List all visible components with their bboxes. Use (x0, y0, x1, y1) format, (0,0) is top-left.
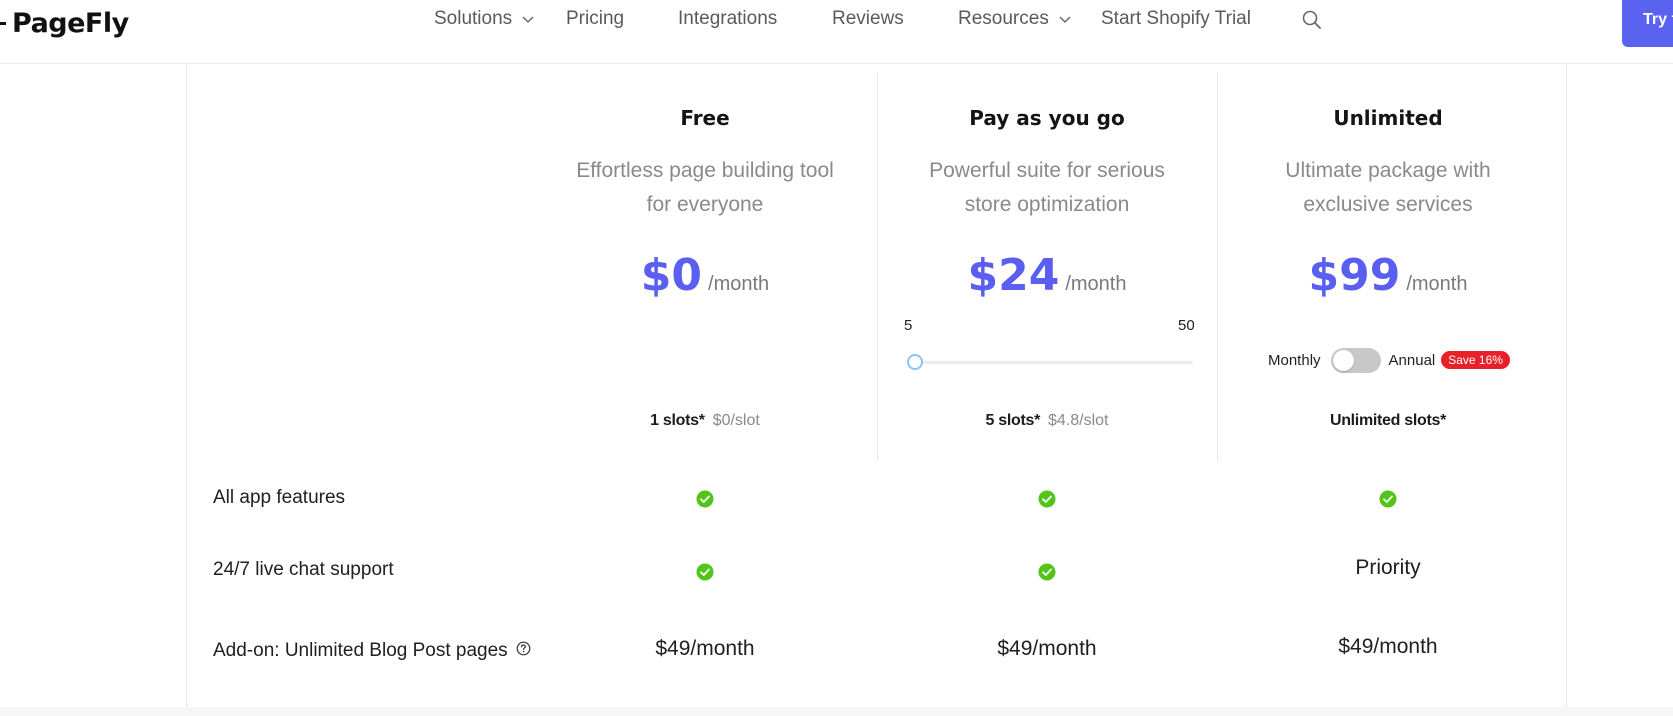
plan-name-pay-as-you-go: Pay as you go (969, 106, 1125, 130)
feature-cell-free (545, 484, 865, 514)
feature-value-text: Priority (1355, 556, 1421, 579)
search-icon[interactable] (1301, 9, 1325, 33)
nav-item-pricing[interactable]: Pricing (566, 8, 624, 30)
nav-label: Solutions (434, 8, 513, 29)
toggle-knob (1332, 349, 1354, 371)
feature-value-text: $49/month (997, 637, 1097, 660)
billing-cycle-toggle: Monthly Annual Save 16% (1268, 347, 1510, 373)
feature-cell-free (545, 557, 865, 587)
feature-label-blog-post-addon: Add-on: Unlimited Blog Post pages (213, 640, 531, 662)
slots-slider-handle[interactable] (907, 354, 923, 370)
feature-label-all-app-features: All app features (213, 487, 345, 509)
plan-description-line: Effortless page building tool (576, 159, 834, 182)
slots-count: 5 slots* (985, 412, 1041, 429)
table-border-left (186, 64, 187, 716)
slots-count: Unlimited slots* (1329, 412, 1447, 429)
feature-value-text: $49/month (655, 637, 755, 660)
plan-description-line: Ultimate package with (1285, 159, 1491, 182)
nav-label: Resources (958, 8, 1049, 29)
slider-min-label: 5 (904, 317, 913, 334)
nav-label: Start Shopify Trial (1101, 8, 1251, 29)
nav-item-start-shopify-trial[interactable]: Start Shopify Trial (1101, 8, 1251, 30)
question-circle-icon[interactable] (516, 640, 531, 662)
feature-value-text: $49/month (1338, 635, 1438, 658)
slot-rate: $4.8/slot (1048, 412, 1109, 429)
billing-annual-label[interactable]: Annual (1389, 352, 1436, 369)
feature-label-text: Add-on: Unlimited Blog Post pages (213, 640, 508, 661)
check-circle-icon (1379, 490, 1397, 508)
feature-cell-unlimited: Priority (1228, 553, 1548, 583)
chevron-down-icon (522, 8, 534, 30)
nav-item-reviews[interactable]: Reviews (832, 8, 904, 30)
nav-label: Pricing (566, 8, 625, 29)
plan-name-unlimited: Unlimited (1333, 106, 1443, 130)
save-badge: Save 16% (1441, 351, 1510, 369)
billing-monthly-label[interactable]: Monthly (1268, 352, 1321, 369)
plan-description-unlimited: Ultimate package with exclusive services (1228, 154, 1548, 222)
pagefly-logo[interactable]: PageFly (0, 4, 129, 42)
column-divider (877, 72, 878, 461)
plan-description-free: Effortless page building tool for everyo… (545, 154, 865, 222)
check-circle-icon (1038, 490, 1056, 508)
feature-cell-pay-as-you-go: $49/month (887, 634, 1207, 664)
logo-mark (0, 21, 6, 25)
feature-cell-free: $49/month (545, 634, 865, 664)
page-bottom-strip (0, 707, 1673, 716)
slots-count: 1 slots* (650, 412, 705, 429)
feature-label-text: All app features (213, 487, 346, 508)
nav-item-integrations[interactable]: Integrations (678, 8, 777, 30)
chevron-down-icon (1059, 8, 1071, 30)
nav-item-resources[interactable]: Resources (958, 8, 1071, 30)
plan-slots-free: 1 slots* $0/slot (545, 412, 865, 430)
slot-rate: $0/slot (712, 412, 760, 429)
price-amount: $0 (640, 250, 703, 301)
plan-slots-unlimited: Unlimited slots* (1228, 412, 1548, 430)
check-circle-icon (696, 563, 714, 581)
plan-price-unlimited: $99 /month (1228, 250, 1548, 301)
feature-label-text: 24/7 live chat support (213, 559, 394, 580)
plan-description-line: for everyone (646, 193, 764, 216)
plan-price-free: $0 /month (545, 250, 865, 301)
logo-text: PageFly (12, 7, 129, 39)
table-border-right (1566, 64, 1567, 716)
price-period: /month (1406, 273, 1468, 295)
plan-description-pay-as-you-go: Powerful suite for serious store optimiz… (887, 154, 1207, 222)
plan-name-free: Free (680, 106, 730, 130)
plan-description-line: store optimization (964, 193, 1130, 216)
feature-cell-unlimited: $49/month (1228, 632, 1548, 662)
price-period: /month (1065, 273, 1127, 295)
plan-slots-pay-as-you-go: 5 slots* $4.8/slot (887, 412, 1207, 430)
price-amount: $99 (1308, 250, 1401, 301)
feature-cell-pay-as-you-go (887, 484, 1207, 514)
slider-max-label: 50 (1178, 317, 1195, 334)
nav-label: Integrations (678, 8, 778, 29)
nav-item-solutions[interactable]: Solutions (434, 8, 534, 30)
site-header: PageFly Solutions Pricing Integrations R… (0, 0, 1673, 64)
plan-price-pay-as-you-go: $24 /month (887, 250, 1207, 301)
feature-label-live-chat-support: 24/7 live chat support (213, 559, 394, 581)
check-circle-icon (1038, 563, 1056, 581)
try-free-button[interactable]: Try f (1622, 0, 1673, 47)
price-amount: $24 (967, 250, 1060, 301)
feature-cell-unlimited (1228, 484, 1548, 514)
billing-toggle-switch[interactable] (1330, 347, 1381, 373)
feature-cell-pay-as-you-go (887, 557, 1207, 587)
column-divider (1217, 72, 1218, 461)
plan-description-line: exclusive services (1303, 193, 1473, 216)
check-circle-icon (696, 490, 714, 508)
plan-description-line: Powerful suite for serious (929, 159, 1165, 182)
slots-slider-track[interactable] (915, 361, 1193, 364)
price-period: /month (708, 273, 770, 295)
nav-label: Reviews (832, 8, 904, 29)
